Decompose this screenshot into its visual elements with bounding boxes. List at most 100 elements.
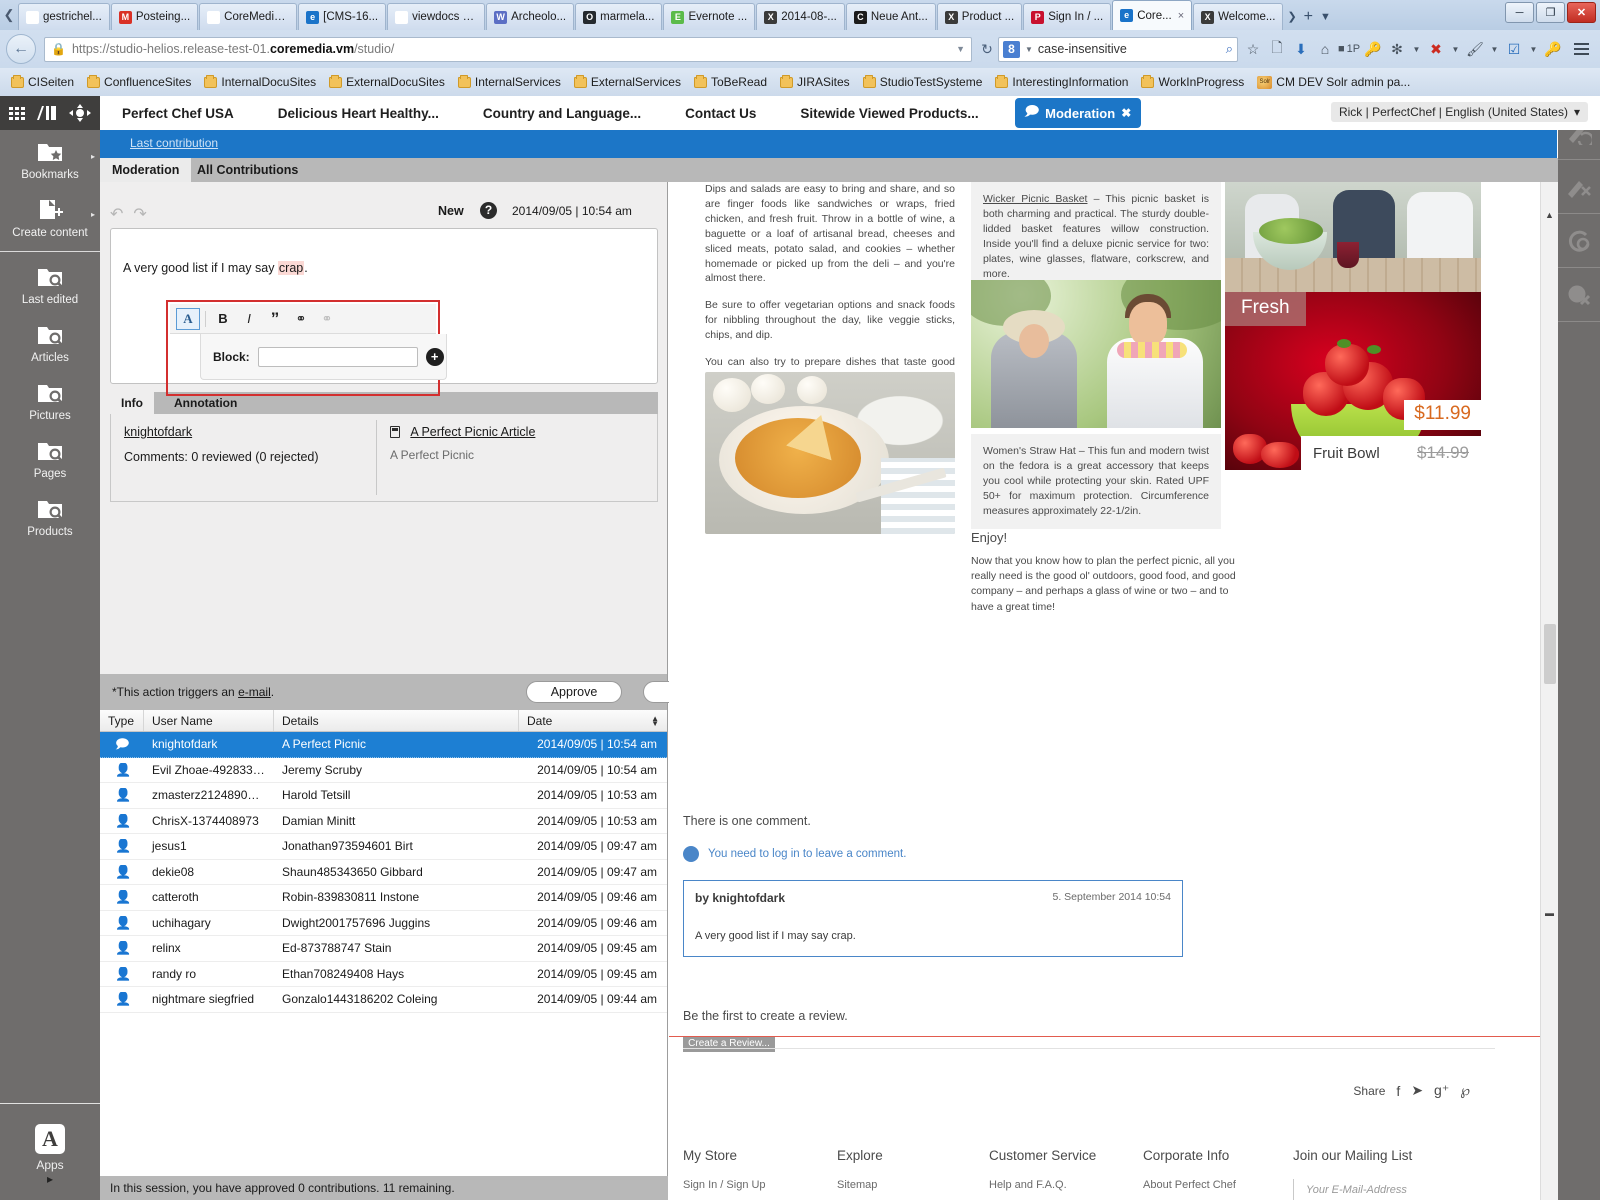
column-header-user-name[interactable]: User Name: [144, 710, 274, 731]
email-field[interactable]: Your E-Mail-Address: [1293, 1179, 1493, 1200]
eyedropper-icon[interactable]: 🖌: [1464, 36, 1486, 62]
remove-format-icon[interactable]: A: [176, 307, 200, 330]
preview-scrollbar[interactable]: ▲ ▬: [1540, 182, 1558, 1200]
bookmark-item[interactable]: ConfluenceSites: [82, 73, 196, 91]
search-bar[interactable]: 8 ▼ case-insensitive ⌕: [998, 36, 1238, 62]
maximize-button[interactable]: ❐: [1536, 2, 1565, 23]
product-card-image[interactable]: Fresh $11.99 Fruit Bowl $14.99: [1225, 292, 1481, 470]
rail-item-apps[interactable]: A Apps ▸: [0, 1124, 100, 1186]
footer-link[interactable]: Help and F.A.Q.: [989, 1179, 1139, 1191]
womens-straw-hat-link[interactable]: Women's Straw Hat: [983, 445, 1076, 457]
approve-button[interactable]: Approve: [526, 681, 622, 703]
blockquote-icon[interactable]: ”: [263, 308, 287, 330]
browser-tab[interactable]: W Archeolo...: [486, 3, 575, 30]
moderation-chip[interactable]: 🗩 Moderation ✖: [1014, 98, 1142, 128]
browser-tab[interactable]: C Neue Ant...: [845, 3, 936, 30]
close-tab-icon[interactable]: ×: [1178, 10, 1184, 22]
chevron-down-icon[interactable]: ▾: [1574, 105, 1580, 119]
browser-tab[interactable]: e [CMS-16...: [298, 3, 387, 30]
browser-tab[interactable]: gestrichel...: [18, 3, 110, 30]
address-bar[interactable]: 🔒 https://studio-helios.release-test-01.…: [44, 36, 972, 62]
plugin-caret-icon[interactable]: ▼: [1410, 36, 1423, 62]
table-row[interactable]: 👤 jesus1 Jonathan973594601 Birt 2014/09/05 …: [100, 834, 667, 860]
bold-icon[interactable]: B: [211, 308, 235, 330]
unlink-icon[interactable]: ⚭: [315, 308, 339, 330]
footer-link[interactable]: Sign In / Sign Up: [683, 1179, 833, 1191]
tab-moderation[interactable]: Moderation: [100, 158, 192, 182]
browser-tab[interactable]: e Core... ×: [1112, 0, 1193, 30]
link-icon[interactable]: ⚭: [289, 308, 313, 330]
search-input[interactable]: case-insensitive: [1038, 42, 1221, 56]
password-icon[interactable]: 🔑: [1542, 36, 1564, 62]
checklist-icon[interactable]: ☑: [1503, 36, 1525, 62]
withdraw-icon[interactable]: [1558, 268, 1600, 322]
pinterest-icon[interactable]: ℘: [1460, 1082, 1470, 1099]
scroll-down-icon[interactable]: ▬: [1545, 908, 1554, 918]
footer-link[interactable]: Sitemap: [837, 1179, 987, 1191]
help-icon[interactable]: ?: [480, 202, 497, 219]
back-button[interactable]: ←: [6, 34, 36, 64]
browser-tab[interactable]: X 2014-08-...: [756, 3, 845, 30]
site-nav-item[interactable]: Perfect Chef USA: [100, 106, 256, 121]
email-link[interactable]: e-mail: [238, 685, 271, 699]
reload-button[interactable]: ↻: [976, 41, 998, 58]
site-nav-item[interactable]: Sitewide Viewed Products...: [778, 106, 1000, 121]
block-input[interactable]: [257, 346, 418, 367]
search-engine-icon[interactable]: 8: [1003, 40, 1020, 58]
onepassword-icon[interactable]: ■ 1P: [1338, 36, 1360, 62]
rail-item-pictures[interactable]: Pictures: [0, 371, 100, 429]
library-icon[interactable]: [35, 104, 59, 122]
grid-icon[interactable]: [9, 106, 25, 120]
tab-list-caret-icon[interactable]: ▼: [1317, 4, 1334, 30]
table-row[interactable]: 👤 uchihagary Dwight2001757696 Juggins 2014/…: [100, 911, 667, 936]
scroll-up-icon[interactable]: ▲: [1545, 210, 1554, 220]
table-row[interactable]: 👤 randy ro Ethan708249408 Hays 2014/09/05 |…: [100, 962, 667, 987]
bookmark-item[interactable]: ExternalDocuSites: [324, 73, 450, 91]
tab-scroll-left-icon[interactable]: ❮: [0, 0, 18, 30]
download-icon[interactable]: ⬇: [1290, 36, 1312, 62]
blocker-icon[interactable]: ✖: [1425, 36, 1447, 62]
bookmark-item[interactable]: InternalDocuSites: [199, 73, 321, 91]
bookmark-item[interactable]: InternalServices: [453, 73, 566, 91]
edit-reject-icon[interactable]: [1558, 160, 1600, 214]
bookmark-item[interactable]: Solr CM DEV Solr admin pa...: [1252, 73, 1415, 91]
submenu-icon[interactable]: ▸: [91, 152, 95, 161]
bookmark-item[interactable]: CISeiten: [6, 73, 79, 91]
table-row[interactable]: 🗩 knightofdark A Perfect Picnic 2014/09/05 …: [100, 732, 667, 758]
browser-tab[interactable]: viewdocs :: vi...: [387, 3, 486, 30]
plugin-icon[interactable]: ✻: [1386, 36, 1408, 62]
minimize-button[interactable]: ─: [1505, 2, 1534, 23]
table-row[interactable]: 👤 dekie08 Shaun485343650 Gibbard 2014/09/05…: [100, 860, 667, 885]
browser-tab[interactable]: X Product ...: [936, 3, 1023, 30]
browser-tab[interactable]: X Welcome...: [1193, 3, 1284, 30]
user-context-chip[interactable]: Rick | PerfectChef | English (United Sta…: [1330, 102, 1588, 122]
bookmark-item[interactable]: JIRASites: [775, 73, 855, 91]
bookmark-item[interactable]: WorkInProgress: [1136, 73, 1249, 91]
undo-icon[interactable]: ↶: [110, 204, 123, 224]
italic-icon[interactable]: I: [237, 308, 261, 330]
column-header-details[interactable]: Details: [274, 710, 519, 731]
googleplus-icon[interactable]: g⁺: [1434, 1082, 1449, 1099]
rail-item-create-content[interactable]: Create content ▸: [0, 188, 100, 246]
last-contribution-link[interactable]: Last contribution: [130, 136, 218, 150]
site-nav-item[interactable]: Delicious Heart Healthy...: [256, 106, 461, 121]
facebook-icon[interactable]: f: [1396, 1083, 1400, 1099]
table-row[interactable]: 👤 zmasterz2124890908 Harold Tetsill 2014/09…: [100, 783, 667, 809]
rail-item-products[interactable]: Products: [0, 487, 100, 545]
rail-item-articles[interactable]: Articles: [0, 313, 100, 371]
browser-tab[interactable]: M Posteing...: [110, 3, 199, 30]
new-tab-button[interactable]: +: [1300, 4, 1317, 30]
browser-tab[interactable]: P Sign In / ...: [1023, 3, 1112, 30]
bookmark-item[interactable]: InterestingInformation: [990, 73, 1133, 91]
tab-info[interactable]: Info: [110, 392, 154, 414]
table-row[interactable]: 👤 Evil Zhoae-4928337... Jeremy Scruby 2014/…: [100, 758, 667, 783]
table-row[interactable]: 👤 catteroth Robin-839830811 Instone 2014/09…: [100, 885, 667, 911]
tab-overflow-icon[interactable]: ❯: [1284, 4, 1299, 30]
search-engine-caret-icon[interactable]: ▼: [1025, 45, 1033, 54]
move-icon[interactable]: [69, 104, 91, 122]
column-header-type[interactable]: Type: [100, 710, 144, 731]
publish-icon[interactable]: [1558, 214, 1600, 268]
checklist-caret-icon[interactable]: ▼: [1527, 36, 1540, 62]
submenu-icon[interactable]: ▸: [91, 210, 95, 219]
rail-item-pages[interactable]: Pages: [0, 429, 100, 487]
